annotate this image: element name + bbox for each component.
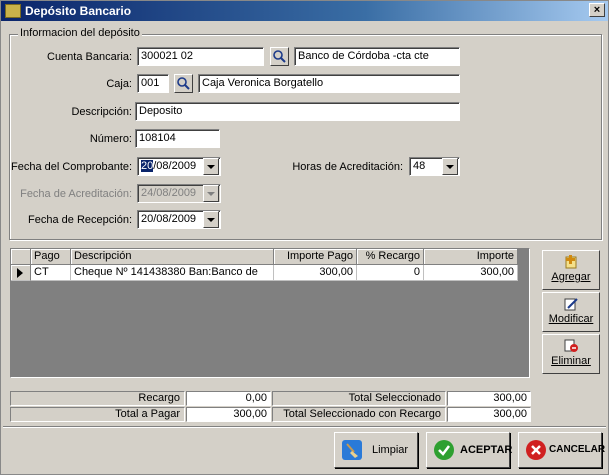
app-icon <box>5 4 21 18</box>
fecha-recepcion-dropdown-icon[interactable] <box>203 211 219 228</box>
col-recargo-header[interactable]: % Recargo <box>357 249 424 265</box>
group-legend: Informacion del depósito <box>18 27 142 39</box>
cell-importe-pago: 300,00 <box>274 265 357 281</box>
col-importe-pago-header[interactable]: Importe Pago <box>274 249 357 265</box>
edit-icon <box>564 298 578 311</box>
cell-pago: CT <box>31 265 71 281</box>
grid-corner <box>11 249 31 265</box>
agregar-button[interactable]: Agregar <box>542 250 600 290</box>
cancelar-button[interactable]: CANCELAR <box>518 432 606 468</box>
row-indicator-icon <box>11 265 31 281</box>
cuenta-bancaria-name-field[interactable]: Banco de Córdoba -cta cte <box>294 47 460 66</box>
broom-icon <box>342 440 362 460</box>
window-title: Depósito Bancario <box>25 4 132 18</box>
close-button[interactable]: × <box>589 3 605 17</box>
fecha-comprobante-selected-part: 20 <box>141 160 154 172</box>
fecha-recepcion-label: Fecha de Recepción: <box>28 214 132 226</box>
cell-importe: 300,00 <box>424 265 518 281</box>
total-pagar-value: 300,00 <box>186 407 271 422</box>
descripcion-label: Descripción: <box>71 106 132 118</box>
caja-label: Caja: <box>106 78 132 90</box>
col-descripcion-header[interactable]: Descripción <box>71 249 274 265</box>
payments-grid[interactable]: Pago Descripción Importe Pago % Recargo … <box>10 248 530 378</box>
horas-acreditacion-label: Horas de Acreditación: <box>292 161 403 173</box>
cuenta-bancaria-code-input[interactable]: 300021 02 <box>137 47 264 66</box>
search-icon <box>273 50 286 63</box>
cell-recargo: 0 <box>357 265 424 281</box>
modificar-label: Modificar <box>548 313 594 325</box>
total-seleccionado-value: 300,00 <box>447 391 531 406</box>
recargo-value: 0,00 <box>186 391 271 406</box>
agregar-label: Agregar <box>551 271 591 283</box>
limpiar-label: Limpiar <box>372 444 409 456</box>
col-pago-header[interactable]: Pago <box>31 249 71 265</box>
deposit-window: Depósito Bancario × Informacion del depó… <box>0 0 609 475</box>
recargo-label: Recargo <box>10 391 185 406</box>
cancelar-label: CANCELAR <box>549 444 606 455</box>
fecha-acreditacion-dropdown-icon <box>203 185 219 202</box>
caja-search-button[interactable] <box>174 74 193 93</box>
total-pagar-label: Total a Pagar <box>10 407 185 422</box>
fecha-comprobante-dropdown-icon[interactable] <box>203 158 219 175</box>
cancel-icon <box>526 440 546 460</box>
fecha-comprobante-rest: /08/2009 <box>153 160 197 172</box>
check-icon <box>434 440 454 460</box>
eliminar-button[interactable]: Eliminar <box>542 334 600 374</box>
cell-descripcion: Cheque Nº 141438380 Ban:Banco de <box>71 265 274 281</box>
cuenta-bancaria-label: Cuenta Bancaria: <box>47 51 132 63</box>
search-icon <box>177 77 190 90</box>
fecha-acreditacion-label: Fecha de Acreditación: <box>20 188 132 200</box>
add-icon <box>565 255 577 269</box>
caja-code-input[interactable]: 001 <box>137 74 169 93</box>
eliminar-label: Eliminar <box>551 355 591 367</box>
total-seleccionado-recargo-label: Total Seleccionado con Recargo <box>272 407 446 422</box>
horas-dropdown-icon[interactable] <box>442 158 458 175</box>
total-seleccionado-recargo-value: 300,00 <box>447 407 531 422</box>
title-bar: Depósito Bancario × <box>1 1 608 21</box>
descripcion-input[interactable]: Deposito <box>135 102 460 121</box>
total-seleccionado-label: Total Seleccionado <box>272 391 446 406</box>
col-importe-header[interactable]: Importe <box>424 249 518 265</box>
numero-label: Número: <box>89 133 132 145</box>
modificar-button[interactable]: Modificar <box>542 292 600 332</box>
aceptar-button[interactable]: ACEPTAR <box>426 432 513 468</box>
fecha-comprobante-label: Fecha del Comprobante: <box>11 161 133 173</box>
numero-input[interactable]: 108104 <box>135 129 220 148</box>
delete-icon <box>564 339 578 352</box>
cuenta-search-button[interactable] <box>270 47 289 66</box>
caja-name-field[interactable]: Caja Veronica Borgatello <box>198 74 460 93</box>
footer-separator <box>3 426 606 428</box>
limpiar-button[interactable]: Limpiar <box>334 432 418 468</box>
aceptar-label: ACEPTAR <box>460 444 513 456</box>
